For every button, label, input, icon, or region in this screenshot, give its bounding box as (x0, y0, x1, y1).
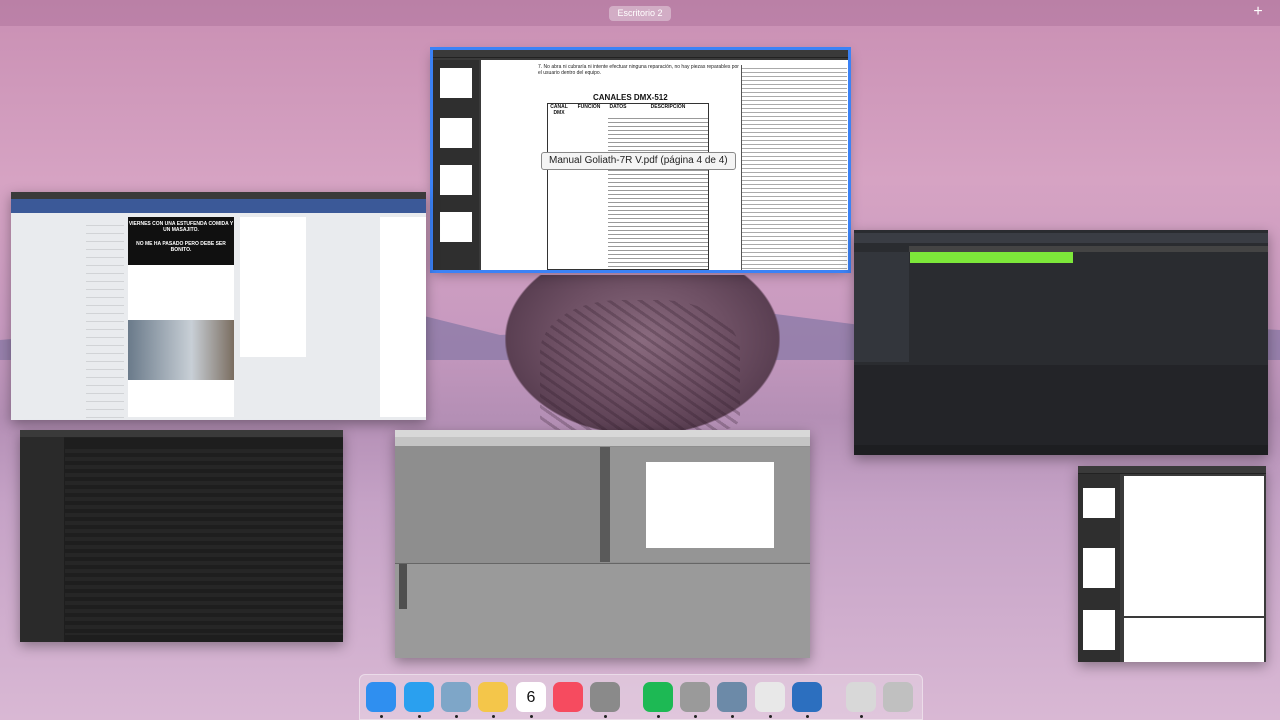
scripts-icon[interactable] (846, 682, 876, 712)
pdf-thumbnail[interactable] (440, 118, 472, 148)
feed-video[interactable] (128, 320, 234, 380)
pdf-thumbnail[interactable] (440, 165, 472, 195)
pdf2-titlebar (1078, 466, 1266, 474)
capcut-icon[interactable] (755, 682, 785, 712)
page-right-table (741, 65, 847, 270)
table-header: DATOS (609, 104, 627, 110)
music-icon[interactable] (553, 682, 583, 712)
page-note: 7. No abra ni cubraría ni intente efectu… (538, 64, 739, 76)
spotify-icon[interactable] (643, 682, 673, 712)
finder-file-list (65, 445, 343, 635)
image-editor-window[interactable] (395, 430, 810, 658)
audio-clip[interactable] (910, 252, 1073, 263)
pdf-viewer-window-2[interactable] (1078, 466, 1266, 662)
pdf-thumbnail[interactable] (440, 212, 472, 242)
dmx-table: CANAL DMX FUNCIÓN DATOS DESCRIPCIÓN (547, 103, 709, 270)
page-title: CANALES DMX-512 (593, 93, 668, 102)
calendar-icon[interactable]: 6 (516, 682, 546, 712)
running-indicator (530, 715, 533, 718)
pdf-thumbnail[interactable] (440, 68, 472, 98)
table-header: DESCRIPCIÓN (650, 104, 686, 110)
dock: 6 (359, 674, 923, 720)
running-indicator (769, 715, 772, 718)
running-indicator (604, 715, 607, 718)
daw-window[interactable] (854, 230, 1268, 455)
pdf-thumbnail[interactable] (1083, 548, 1115, 588)
facebook-header (11, 199, 426, 213)
photos-icon[interactable] (478, 682, 508, 712)
pdf-thumbnail[interactable] (1083, 610, 1115, 650)
running-indicator (806, 715, 809, 718)
table-header: CANAL DMX (550, 104, 568, 116)
running-indicator (657, 715, 660, 718)
running-indicator (731, 715, 734, 718)
quicktime-icon[interactable] (792, 682, 822, 712)
pdf-thumbnail-sidebar (433, 60, 479, 270)
finder-sidebar (20, 437, 64, 642)
daw-mixer (854, 365, 1268, 445)
pdf2-page (1124, 618, 1264, 662)
pdf-thumbnail[interactable] (1083, 488, 1115, 518)
trash-icon[interactable] (883, 682, 913, 712)
editor-secondary-tools (399, 564, 407, 609)
running-indicator (380, 715, 383, 718)
finder-titlebar (20, 430, 343, 438)
suggestions-panel (240, 217, 306, 357)
daw-transport (854, 445, 1268, 455)
running-indicator (492, 715, 495, 718)
rock-texture (540, 300, 740, 430)
system-preferences-icon[interactable] (590, 682, 620, 712)
running-indicator (418, 715, 421, 718)
running-indicator (455, 715, 458, 718)
sunstar-icon[interactable] (680, 682, 710, 712)
pdf2-thumbnail-sidebar (1078, 474, 1120, 662)
finder-icon[interactable] (366, 682, 396, 712)
editor-toolbar (395, 437, 810, 446)
daw-track-headers (854, 252, 909, 362)
meme-image: VIERNES CON UNA ESTUFENDA COMIDA Y UN MA… (128, 217, 234, 265)
window-title-tooltip: Manual Goliath-7R V.pdf (página 4 de 4) (541, 152, 736, 170)
contacts-panel (380, 217, 426, 417)
running-indicator (860, 715, 863, 718)
daw-toolbar (854, 233, 1268, 243)
desktop-space-label[interactable]: Escritorio 2 (609, 6, 671, 21)
preview-icon[interactable] (441, 682, 471, 712)
pdf2-page (1124, 476, 1264, 616)
editor-tool-palette (600, 447, 610, 562)
editor-canvas[interactable] (646, 462, 774, 548)
editor-secondary-area (395, 563, 810, 658)
pdf-titlebar (433, 50, 848, 58)
safari-icon[interactable] (404, 682, 434, 712)
facebook-left-nav (86, 218, 124, 418)
table-header: FUNCIÓN (577, 104, 601, 110)
finder-window[interactable] (20, 430, 343, 642)
add-desktop-button[interactable]: + (1250, 4, 1266, 20)
image-capture-icon[interactable] (717, 682, 747, 712)
table-rows (608, 115, 708, 269)
mission-control-bar: Escritorio 2 + (0, 0, 1280, 26)
running-indicator (694, 715, 697, 718)
facebook-browser-window[interactable]: VIERNES CON UNA ESTUFENDA COMIDA Y UN MA… (11, 192, 426, 420)
